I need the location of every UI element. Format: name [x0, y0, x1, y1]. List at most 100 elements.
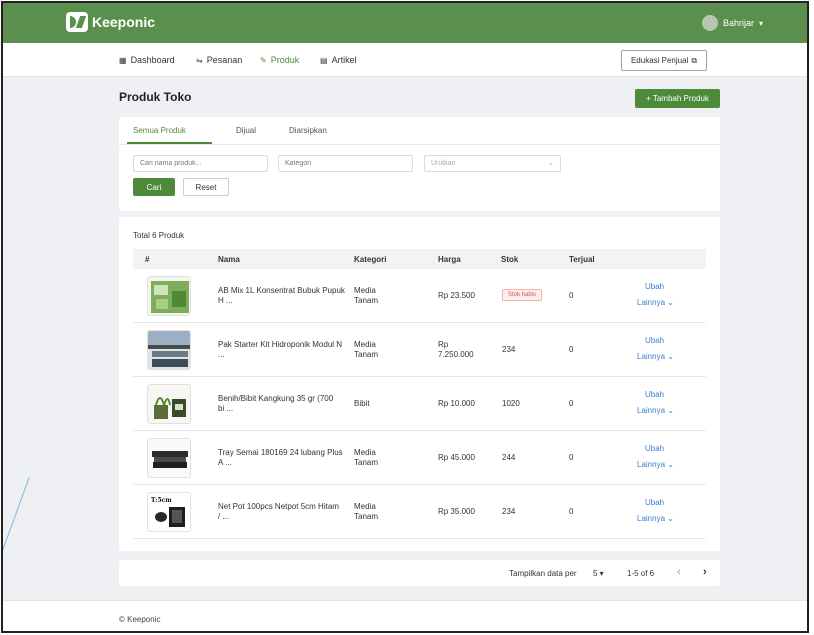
- table-row: Tray Semai 180169 24 lubang Plus A ... Me…: [133, 431, 706, 485]
- nav-item-label: Pesanan: [206, 55, 243, 65]
- more-actions-dropdown[interactable]: Lainnya ⌄: [637, 298, 674, 307]
- search-input[interactable]: [133, 155, 268, 172]
- dashboard-icon: ▦: [119, 55, 127, 65]
- product-stock: 234: [502, 345, 516, 354]
- category-input[interactable]: [278, 155, 413, 172]
- product-price: Rp 23.500: [438, 291, 475, 300]
- nav-item-label: Produk: [270, 55, 300, 65]
- thumbnail-size-label: T:5cm: [151, 497, 172, 504]
- tabs-divider: [119, 144, 720, 145]
- next-page-icon[interactable]: ›: [703, 566, 707, 578]
- seller-education-button[interactable]: Edukasi Penjual ⧉: [621, 50, 707, 71]
- product-name: Benih/Bibit Kangkung 35 gr (700 bi ...: [218, 394, 333, 414]
- category-line: Media: [354, 448, 376, 457]
- search-button[interactable]: Cari: [133, 178, 175, 196]
- product-stock: 234: [502, 507, 516, 516]
- category-line: Media: [354, 340, 376, 349]
- per-page-label: Tampilkan data per: [509, 569, 577, 578]
- product-thumbnail[interactable]: [147, 330, 191, 370]
- product-sold: 0: [569, 507, 574, 516]
- sort-placeholder: Urutkan: [431, 160, 456, 167]
- column-header: Stok: [501, 255, 519, 264]
- orders-icon: ⇋: [196, 55, 203, 65]
- app-window: Keeponic Bahrijar ▾ ▦ Dashboard ⇋ Pesana…: [1, 1, 809, 633]
- product-stock: 1020: [502, 399, 520, 408]
- product-category: Media Tanam: [354, 448, 378, 468]
- column-header: Terjual: [569, 255, 595, 264]
- chevron-down-icon: ⌄: [548, 160, 554, 167]
- pagination-bar: Tampilkan data per 5 ▾ 1-5 of 6 ‹ ›: [119, 560, 720, 586]
- more-actions-dropdown[interactable]: Lainnya ⌄: [637, 352, 674, 361]
- brand-logo[interactable]: Keeponic: [66, 12, 155, 32]
- product-name: Net Pot 100pcs Netpot 5cm Hitam / ...: [218, 502, 339, 522]
- page-range: 1-5 of 6: [627, 569, 655, 578]
- product-name-line: Pak Starter Kit Hidroponik Modul N: [218, 340, 343, 349]
- column-header: Nama: [218, 255, 240, 264]
- product-name: Tray Semai 180169 24 lubang Plus A ...: [218, 448, 343, 468]
- pencil-icon: ✎: [260, 55, 267, 65]
- product-price: Rp 35.000: [438, 507, 475, 516]
- nav-item-products[interactable]: ✎ Produk: [260, 55, 299, 65]
- more-actions-dropdown[interactable]: Lainnya ⌄: [637, 514, 674, 523]
- category-line: Tanam: [354, 458, 379, 467]
- product-sold: 0: [569, 291, 574, 300]
- more-actions-dropdown[interactable]: Lainnya ⌄: [637, 460, 674, 469]
- nav-item-dashboard[interactable]: ▦ Dashboard: [119, 55, 175, 65]
- reset-button[interactable]: Reset: [183, 178, 229, 196]
- price-line: 7.250.000: [438, 350, 474, 359]
- edit-product-link[interactable]: Ubah: [645, 390, 664, 399]
- edit-product-link[interactable]: Ubah: [645, 444, 664, 453]
- product-thumbnail[interactable]: [147, 438, 191, 478]
- product-price: Rp 45.000: [438, 453, 475, 462]
- chevron-down-icon: ▾: [758, 18, 763, 28]
- category-line: Media: [354, 286, 376, 295]
- top-bar: Keeponic Bahrijar ▾: [3, 3, 807, 43]
- avatar: [701, 15, 718, 31]
- product-thumbnail[interactable]: [147, 276, 191, 316]
- decorative-line: [3, 477, 30, 619]
- category-line: Media: [354, 502, 376, 511]
- nav-item-label: Artikel: [331, 55, 357, 65]
- page-title: Produk Toko: [119, 90, 192, 104]
- previous-page-icon[interactable]: ‹: [677, 566, 681, 578]
- product-name-line: Tray Semai 180169 24 lubang Plus: [218, 448, 343, 457]
- product-category: Bibit: [354, 399, 370, 408]
- total-products: Total 6 Produk: [133, 231, 185, 240]
- edit-product-link[interactable]: Ubah: [645, 498, 664, 507]
- nav-item-orders[interactable]: ⇋ Pesanan: [196, 55, 242, 65]
- tab-on-sale[interactable]: Dijual: [236, 126, 256, 135]
- sort-select[interactable]: Urutkan ⌄: [424, 155, 561, 172]
- product-price: Rp 10.000: [438, 399, 475, 408]
- product-name-line: Net Pot 100pcs Netpot 5cm Hitam: [218, 502, 339, 511]
- brand-name: Keeponic: [92, 14, 156, 30]
- product-sold: 0: [569, 453, 574, 462]
- product-name-line: ...: [218, 350, 225, 359]
- nav-item-articles[interactable]: ▤ Artikel: [320, 55, 357, 65]
- product-table-card: Total 6 Produk # Nama Kategori Harga Sto…: [119, 217, 720, 551]
- product-thumbnail[interactable]: [147, 384, 191, 424]
- product-price: Rp 7.250.000: [438, 340, 474, 360]
- product-name-line: / ...: [218, 512, 230, 521]
- user-menu[interactable]: Bahrijar ▾: [701, 15, 763, 31]
- product-name: Pak Starter Kit Hidroponik Modul N...: [218, 340, 342, 360]
- per-page-select[interactable]: 5 ▾: [593, 569, 604, 578]
- category-line: Tanam: [354, 350, 379, 359]
- product-name-line: A ...: [218, 458, 232, 467]
- product-name-line: bi ...: [218, 404, 234, 413]
- edit-product-link[interactable]: Ubah: [645, 336, 664, 345]
- article-icon: ▤: [320, 55, 328, 65]
- main-nav: ▦ Dashboard ⇋ Pesanan ✎ Produk ▤ Artikel…: [3, 43, 807, 77]
- filter-card: Semua Produk Dijual Diarsipkan Urutkan ⌄…: [119, 117, 720, 211]
- more-actions-dropdown[interactable]: Lainnya ⌄: [637, 406, 674, 415]
- table-row: T:5cm Net Pot 100pcs Netpot 5cm Hitam / .…: [133, 485, 706, 539]
- add-product-button[interactable]: + Tambah Produk: [635, 89, 720, 108]
- product-thumbnail[interactable]: T:5cm: [147, 492, 191, 532]
- keeponic-logo-icon: [66, 12, 88, 32]
- edit-product-link[interactable]: Ubah: [645, 282, 664, 291]
- product-name-line: AB Mix 1L Konsentrat Bubuk Pupuk: [218, 286, 345, 295]
- column-header: Kategori: [354, 255, 387, 264]
- tab-all-products[interactable]: Semua Produk: [133, 126, 186, 135]
- table-row: AB Mix 1L Konsentrat Bubuk Pupuk H ... Me…: [133, 269, 706, 323]
- external-link-icon: ⧉: [691, 55, 698, 65]
- tab-archived[interactable]: Diarsipkan: [289, 126, 327, 135]
